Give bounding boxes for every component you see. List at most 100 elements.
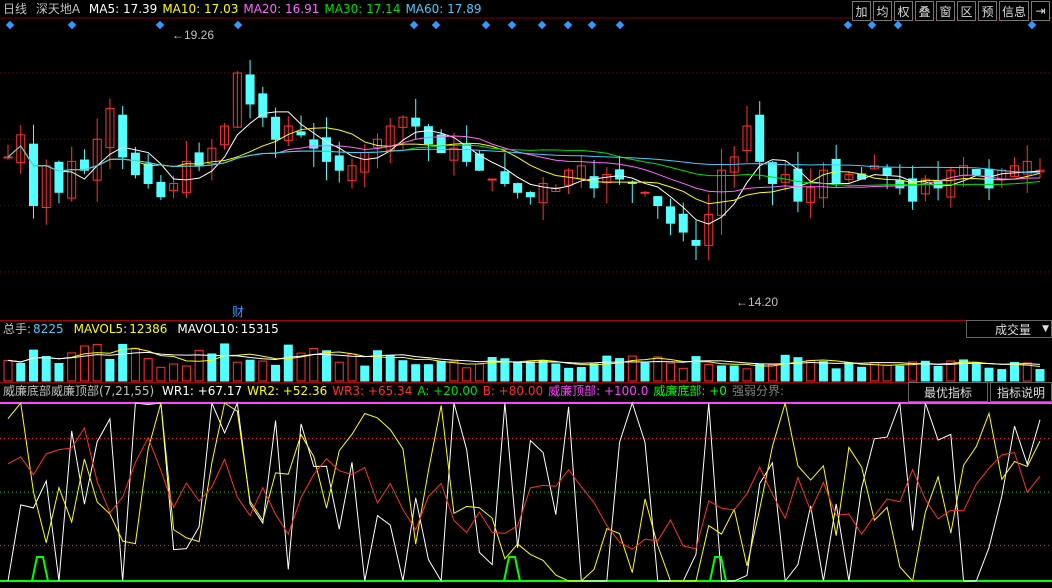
low-price-label: ←14.20 (736, 295, 778, 309)
event-diamond-icon (537, 20, 547, 30)
candle-body (513, 183, 523, 193)
volume-dropdown[interactable]: 成交量 ▼ (966, 320, 1052, 338)
candle-body (296, 131, 306, 136)
mavol5-line (7, 347, 1041, 368)
indicator-legend-item: WR3: +65.34 (332, 384, 413, 398)
stock-name: 深天地A (35, 2, 81, 16)
price-chart: ←19.26 ←14.20 财 (0, 17, 1052, 319)
chart-toolbar: 加均权叠窗区预信息 ⇥ (852, 1, 1050, 21)
volume-bar (245, 359, 255, 382)
event-diamond-icon (1027, 20, 1037, 30)
volume-bar (79, 345, 89, 382)
dropdown-arrow-icon: ▼ (1042, 324, 1049, 334)
candle-body (653, 196, 663, 207)
event-diamond-icon (155, 20, 165, 30)
volume-legend-label: 总手: (3, 322, 32, 336)
candle-body (411, 117, 421, 127)
indicator-legend-item: WR1: +67.17 (162, 384, 243, 398)
volume-bar (271, 364, 281, 382)
volume-bar (143, 358, 153, 382)
event-diamond-icon (409, 20, 419, 30)
best-indicator-button[interactable]: 最优指标 (908, 382, 988, 402)
event-diamond-icon (867, 20, 877, 30)
volume-bar (844, 362, 854, 382)
volume-bar (793, 357, 803, 382)
volume-legend-value: 8225 (33, 322, 64, 336)
indicator-legend: 威廉底部威廉顶部(7,21,55) WR1: +67.17 WR2: +52.36… (3, 383, 789, 399)
best-indicator-label: 最优指标 (923, 385, 972, 400)
volume-bar (691, 356, 701, 382)
candle-body (423, 126, 433, 145)
volume-bar (449, 360, 459, 382)
volume-legend: 总手: 8225 MAVOL5: 12386 MAVOL10: 15315 (3, 321, 289, 337)
volume-bar (462, 367, 472, 382)
volume-legend-value: 15315 (240, 322, 279, 336)
candle-body (143, 163, 153, 184)
event-diamond-icon (843, 20, 853, 30)
volume-bar (818, 361, 828, 382)
toolbar-button[interactable]: 信息 (999, 1, 1029, 21)
volume-bar (220, 343, 230, 382)
toolbar-button[interactable]: 权 (894, 1, 913, 21)
toolbar-button[interactable]: 预 (978, 1, 997, 21)
volume-bar (3, 359, 13, 382)
volume-bar (105, 358, 115, 382)
volume-bar (436, 360, 446, 382)
candle-body (615, 169, 625, 180)
candle-body (334, 155, 344, 171)
volume-bar (729, 365, 739, 382)
volume-bar (551, 363, 561, 382)
volume-bar (347, 353, 357, 382)
volume-bar (869, 362, 879, 382)
event-diamond-icon (507, 20, 517, 30)
volume-bar (857, 366, 867, 382)
volume-bar (666, 362, 676, 382)
volume-bar (831, 368, 841, 382)
wr-bottom-signal (709, 556, 727, 582)
volume-bar (92, 343, 102, 382)
candle-body (882, 167, 892, 176)
volume-bar (334, 361, 344, 382)
toolbar-button[interactable]: 区 (957, 1, 976, 21)
volume-bar (169, 363, 179, 382)
candle-body (245, 74, 255, 105)
toolbar-button[interactable]: 均 (873, 1, 892, 21)
volume-bar (602, 355, 612, 382)
wr-bottom-signal (503, 556, 521, 582)
candle-body (500, 171, 510, 184)
indicator-help-button[interactable]: 指标说明 (990, 382, 1052, 402)
toolbar-button[interactable]: 加 (852, 1, 871, 21)
candle-body (322, 137, 332, 162)
candle-body (755, 114, 765, 162)
ma-legend-item: MA5: 17.39 (88, 2, 158, 16)
volume-bar (525, 361, 535, 382)
indicator-pane: 威廉底部威廉顶部(7,21,55) WR1: +67.17 WR2: +52.36… (0, 382, 1052, 588)
indicator-help-label: 指标说明 (996, 385, 1045, 400)
volume-bar (755, 363, 765, 382)
toolbar-button[interactable]: 窗 (936, 1, 955, 21)
ma-legend-item: MA20: 16.91 (243, 2, 320, 16)
ma-legend-item: MA10: 17.03 (162, 2, 239, 16)
candle-body (767, 162, 777, 184)
period-label[interactable]: 日线 (3, 2, 27, 16)
volume-bar (28, 349, 38, 382)
volume-bar (207, 353, 217, 382)
volume-bar (156, 366, 166, 382)
exit-icon[interactable]: ⇥ (1031, 1, 1050, 21)
indicator-title[interactable]: 威廉底部威廉顶部(7,21,55) (3, 384, 154, 398)
candle-body (130, 152, 140, 176)
candle-body (118, 114, 128, 158)
ma-legend-item: MA30: 17.14 (324, 2, 401, 16)
indicator-legend-item: A: +20.00 (417, 384, 478, 398)
volume-bar (653, 356, 663, 382)
volume-bar (423, 364, 433, 382)
ma-legend-item: MA60: 17.89 (405, 2, 482, 16)
volume-legend-value: 12386 (129, 322, 168, 336)
volume-legend-label: MAVOL10: (177, 322, 239, 336)
volume-legend-item: 总手: 8225 (3, 322, 69, 336)
volume-bar (474, 363, 484, 382)
toolbar-button[interactable]: 叠 (915, 1, 934, 21)
event-diamond-icon (233, 20, 243, 30)
mavol10-line (7, 351, 1041, 365)
volume-bar (678, 367, 688, 382)
